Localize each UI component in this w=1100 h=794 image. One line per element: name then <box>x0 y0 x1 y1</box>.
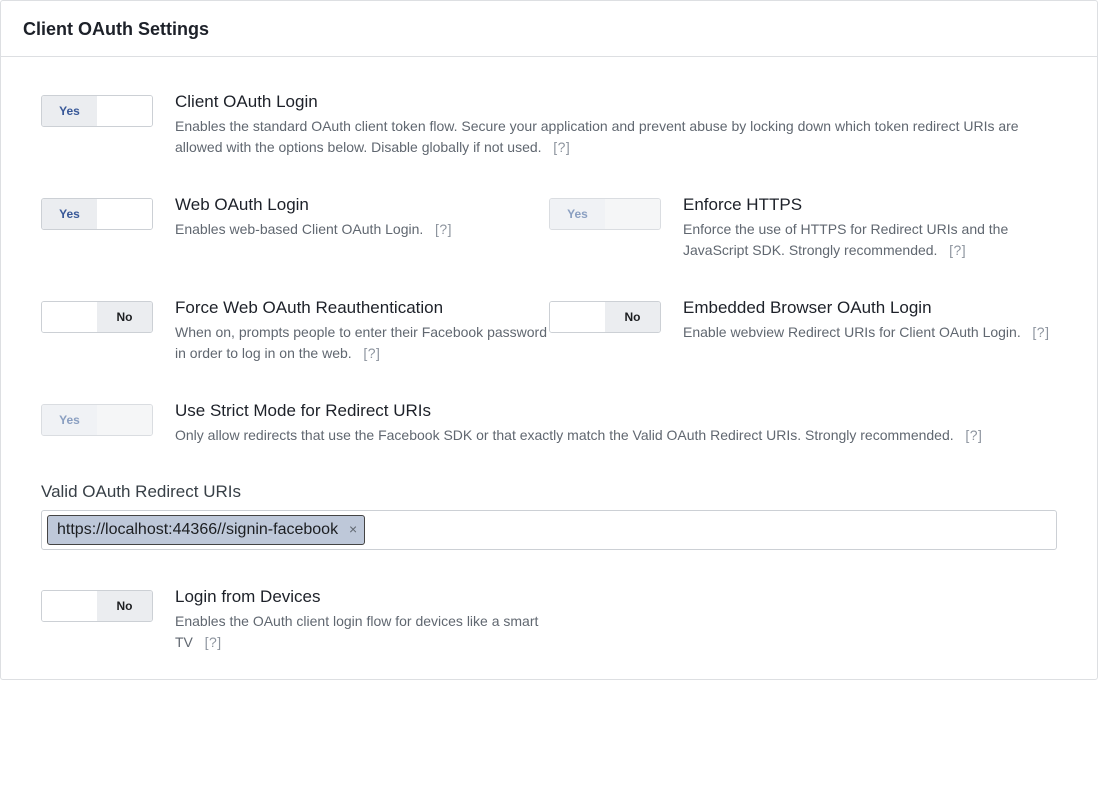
redirect-uri-value: https://localhost:44366//signin-facebook <box>57 518 338 542</box>
setting-description: When on, prompts people to enter their F… <box>175 322 549 364</box>
help-icon[interactable]: [?] <box>949 242 966 258</box>
toggle-option-no[interactable] <box>605 199 660 229</box>
setting-client-oauth-login: Yes Client OAuth Login Enables the stand… <box>41 91 1057 158</box>
help-icon[interactable]: [?] <box>205 634 222 650</box>
toggle-option-yes[interactable] <box>550 302 605 332</box>
setting-text: Embedded Browser OAuth Login Enable webv… <box>683 297 1049 343</box>
setting-title: Web OAuth Login <box>175 194 452 217</box>
toggle-option-no[interactable]: No <box>97 591 152 621</box>
panel-body: Yes Client OAuth Login Enables the stand… <box>1 57 1097 679</box>
setting-strict-mode: Yes Use Strict Mode for Redirect URIs On… <box>41 400 1057 446</box>
setting-description: Enables the standard OAuth client token … <box>175 116 1057 158</box>
setting-text: Enforce HTTPS Enforce the use of HTTPS f… <box>683 194 1057 261</box>
help-icon[interactable]: [?] <box>435 221 452 237</box>
setting-description: Enforce the use of HTTPS for Redirect UR… <box>683 219 1057 261</box>
setting-title: Client OAuth Login <box>175 91 1057 114</box>
panel-title: Client OAuth Settings <box>23 19 1075 40</box>
setting-text: Force Web OAuth Reauthentication When on… <box>175 297 549 364</box>
help-icon[interactable]: [?] <box>553 139 570 155</box>
setting-text: Login from Devices Enables the OAuth cli… <box>175 586 549 653</box>
setting-embedded-browser: No Embedded Browser OAuth Login Enable w… <box>549 297 1057 364</box>
toggle-option-yes[interactable]: Yes <box>42 96 97 126</box>
setting-description: Enable webview Redirect URIs for Client … <box>683 322 1049 343</box>
setting-title: Embedded Browser OAuth Login <box>683 297 1049 320</box>
toggle-enforce-https[interactable]: Yes <box>549 198 661 230</box>
setting-enforce-https: Yes Enforce HTTPS Enforce the use of HTT… <box>549 194 1057 261</box>
redirect-uris-section: Valid OAuth Redirect URIs https://localh… <box>41 482 1057 550</box>
redirect-uris-label: Valid OAuth Redirect URIs <box>41 482 1057 502</box>
setting-title: Enforce HTTPS <box>683 194 1057 217</box>
toggle-option-yes[interactable]: Yes <box>42 199 97 229</box>
toggle-force-reauth[interactable]: No <box>41 301 153 333</box>
toggle-client-oauth-login[interactable]: Yes <box>41 95 153 127</box>
toggle-strict-mode[interactable]: Yes <box>41 404 153 436</box>
setting-text: Use Strict Mode for Redirect URIs Only a… <box>175 400 982 446</box>
panel-header: Client OAuth Settings <box>1 1 1097 57</box>
redirect-uri-tag: https://localhost:44366//signin-facebook… <box>47 515 365 545</box>
setting-title: Use Strict Mode for Redirect URIs <box>175 400 982 423</box>
setting-force-reauth: No Force Web OAuth Reauthentication When… <box>41 297 549 364</box>
setting-text: Client OAuth Login Enables the standard … <box>175 91 1057 158</box>
toggle-option-no[interactable] <box>97 199 152 229</box>
toggle-option-no[interactable]: No <box>605 302 660 332</box>
toggle-login-devices[interactable]: No <box>41 590 153 622</box>
help-icon[interactable]: [?] <box>1032 324 1049 340</box>
redirect-uris-input[interactable]: https://localhost:44366//signin-facebook… <box>41 510 1057 550</box>
toggle-option-no[interactable] <box>97 405 152 435</box>
setting-description: Only allow redirects that use the Facebo… <box>175 425 982 446</box>
toggle-embedded-browser[interactable]: No <box>549 301 661 333</box>
setting-title: Force Web OAuth Reauthentication <box>175 297 549 320</box>
oauth-settings-panel: Client OAuth Settings Yes Client OAuth L… <box>0 0 1098 680</box>
help-icon[interactable]: [?] <box>965 427 982 443</box>
remove-tag-icon[interactable]: × <box>344 521 362 539</box>
setting-title: Login from Devices <box>175 586 549 609</box>
toggle-option-yes[interactable]: Yes <box>42 405 97 435</box>
help-icon[interactable]: [?] <box>363 345 380 361</box>
toggle-option-yes[interactable]: Yes <box>550 199 605 229</box>
toggle-option-no[interactable] <box>97 96 152 126</box>
setting-login-devices: No Login from Devices Enables the OAuth … <box>41 586 549 653</box>
setting-text: Web OAuth Login Enables web-based Client… <box>175 194 452 240</box>
toggle-option-yes[interactable] <box>42 302 97 332</box>
toggle-web-oauth-login[interactable]: Yes <box>41 198 153 230</box>
setting-web-oauth-login: Yes Web OAuth Login Enables web-based Cl… <box>41 194 549 261</box>
toggle-option-yes[interactable] <box>42 591 97 621</box>
setting-description: Enables web-based Client OAuth Login. [?… <box>175 219 452 240</box>
toggle-option-no[interactable]: No <box>97 302 152 332</box>
setting-description: Enables the OAuth client login flow for … <box>175 611 549 653</box>
